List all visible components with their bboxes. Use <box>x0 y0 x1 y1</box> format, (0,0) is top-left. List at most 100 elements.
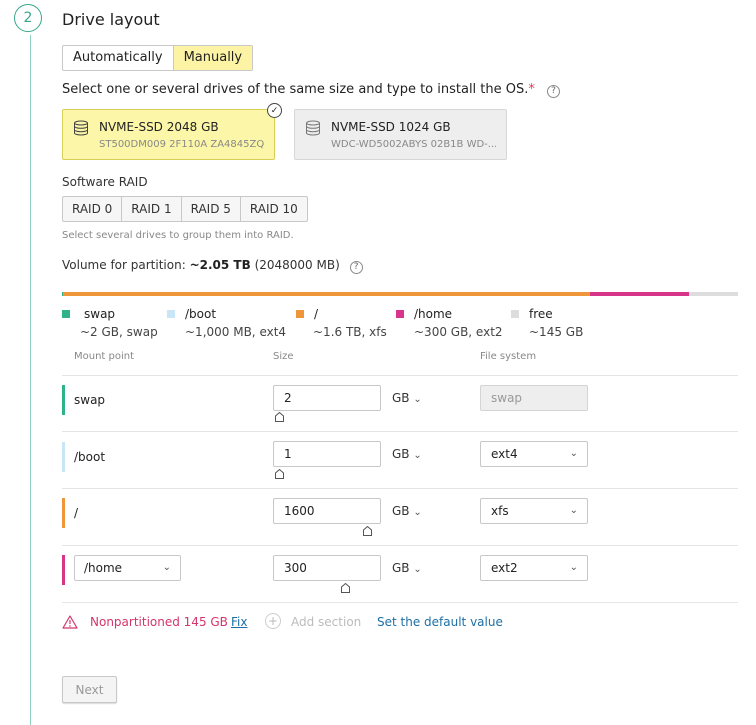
legend-swatch <box>511 310 519 318</box>
drive-card-1[interactable]: NVME-SSD 2048 GB ST500DM009 2F110A ZA484… <box>62 109 275 160</box>
size-input[interactable]: 1 <box>273 441 381 467</box>
chevron-down-icon: ⌄ <box>569 448 578 459</box>
add-icon: + <box>265 613 281 629</box>
raid-option-10[interactable]: RAID 10 <box>239 197 307 221</box>
chevron-down-icon: ⌄ <box>569 505 578 516</box>
size-unit-select[interactable]: GB ⌄ <box>392 504 422 518</box>
drive-serial: ST500DM009 2F110A ZA4845ZQ <box>99 139 264 150</box>
unit-label: GB <box>392 391 410 405</box>
size-unit-select[interactable]: GB ⌄ <box>392 561 422 575</box>
usage-bar <box>62 292 738 296</box>
legend-name: swap <box>84 307 116 321</box>
unit-label: GB <box>392 504 410 518</box>
column-header-mount: Mount point <box>74 351 135 362</box>
legend-swatch <box>62 310 70 318</box>
raid-option-0[interactable]: RAID 0 <box>63 197 121 221</box>
layout-mode-manually[interactable]: Manually <box>172 46 253 70</box>
file-system-select: swap <box>480 385 588 411</box>
row-divider <box>62 431 738 432</box>
volume-size: ~2.05 TB <box>189 258 251 272</box>
slider-handle-icon[interactable] <box>341 583 350 593</box>
legend-swatch <box>396 310 404 318</box>
legend-desc: ~145 GB <box>529 325 584 339</box>
row-color-marker <box>62 498 65 528</box>
column-header-fs: File system <box>480 351 537 362</box>
unit-label: GB <box>392 447 410 461</box>
volume-info: Volume for partition: ~2.05 TB (2048000 … <box>62 258 363 274</box>
drives-instruction-text: Select one or several drives of the same… <box>62 82 529 97</box>
volume-label: Volume for partition: <box>62 258 186 272</box>
raid-label: Software RAID <box>62 175 148 189</box>
slider-handle-icon[interactable] <box>275 412 284 422</box>
size-input[interactable]: 1600 <box>273 498 381 524</box>
raid-option-1[interactable]: RAID 1 <box>121 197 180 221</box>
size-input[interactable]: 300 <box>273 555 381 581</box>
row-color-marker <box>62 442 65 472</box>
legend-desc: ~300 GB, ext2 <box>414 325 503 339</box>
warning-icon <box>62 615 78 629</box>
database-icon <box>74 120 88 136</box>
mount-point-select[interactable]: /home ⌄ <box>74 555 181 581</box>
usage-bar-segment <box>63 292 590 296</box>
row-divider <box>62 545 738 546</box>
set-default-link[interactable]: Set the default value <box>377 615 503 629</box>
size-input[interactable]: 2 <box>273 385 381 411</box>
slider-handle-icon[interactable] <box>275 469 284 479</box>
mount-point-value: /home <box>84 561 123 575</box>
file-system-select[interactable]: ext4 ⌄ <box>480 441 588 467</box>
chevron-down-icon: ⌄ <box>162 562 171 573</box>
row-divider <box>62 375 738 376</box>
legend-desc: ~1.6 TB, xfs <box>313 325 387 339</box>
drive-name: NVME-SSD 2048 GB <box>99 120 219 134</box>
raid-hint: Select several drives to group them into… <box>62 230 294 241</box>
row-divider <box>62 602 738 603</box>
row-color-marker <box>62 555 65 585</box>
legend-swatch <box>296 310 304 318</box>
required-mark: * <box>528 82 535 97</box>
fix-link[interactable]: Fix <box>231 615 247 629</box>
volume-size-mb: (2048000 MB) <box>254 258 340 272</box>
legend-name: /home <box>414 307 453 321</box>
add-section-button: Add section <box>291 615 362 629</box>
database-icon <box>306 120 320 136</box>
question-icon[interactable]: ? <box>349 260 363 274</box>
unit-label: GB <box>392 561 410 575</box>
row-divider <box>62 488 738 489</box>
nonpartitioned-warning: Nonpartitioned 145 GB <box>90 615 228 629</box>
chevron-down-icon: ⌄ <box>413 507 422 518</box>
question-icon[interactable]: ? <box>547 84 561 98</box>
file-system-value: xfs <box>491 504 509 518</box>
section-title: Drive layout <box>62 10 160 29</box>
file-system-select[interactable]: xfs ⌄ <box>480 498 588 524</box>
mount-point-label: /boot <box>74 450 106 464</box>
chevron-down-icon: ⌄ <box>413 450 422 461</box>
slider-handle-icon[interactable] <box>363 526 372 536</box>
size-unit-select[interactable]: GB ⌄ <box>392 391 422 405</box>
size-unit-select[interactable]: GB ⌄ <box>392 447 422 461</box>
file-system-value: ext4 <box>491 447 518 461</box>
row-color-marker <box>62 385 65 415</box>
legend-desc: ~2 GB, swap <box>80 325 158 339</box>
legend-desc: ~1,000 MB, ext4 <box>185 325 287 339</box>
drive-name: NVME-SSD 1024 GB <box>331 120 451 134</box>
next-button[interactable]: Next <box>62 676 117 703</box>
chevron-down-icon: ⌄ <box>413 394 422 405</box>
checkmark-icon: ✓ <box>267 103 282 118</box>
drive-card-2[interactable]: NVME-SSD 1024 GB WDC-WD5002ABYS 02B1B WD… <box>294 109 507 160</box>
drive-serial: WDC-WD5002ABYS 02B1B WD-... <box>331 139 496 150</box>
file-system-value: ext2 <box>491 561 518 575</box>
legend-name: / <box>314 307 319 321</box>
raid-option-5[interactable]: RAID 5 <box>180 197 240 221</box>
legend-name: /boot <box>185 307 217 321</box>
chevron-down-icon: ⌄ <box>569 562 578 573</box>
legend-swatch <box>167 310 175 318</box>
file-system-select[interactable]: ext2 ⌄ <box>480 555 588 581</box>
raid-options: RAID 0 RAID 1 RAID 5 RAID 10 <box>62 196 308 222</box>
drives-instruction: Select one or several drives of the same… <box>62 82 561 98</box>
step-timeline-line <box>30 35 31 725</box>
usage-bar-segment <box>689 292 738 296</box>
step-number: 2 <box>14 4 42 32</box>
mount-point-label: swap <box>74 393 106 407</box>
layout-mode-toggle: Automatically Manually <box>62 45 254 71</box>
layout-mode-automatically[interactable]: Automatically <box>63 46 173 70</box>
